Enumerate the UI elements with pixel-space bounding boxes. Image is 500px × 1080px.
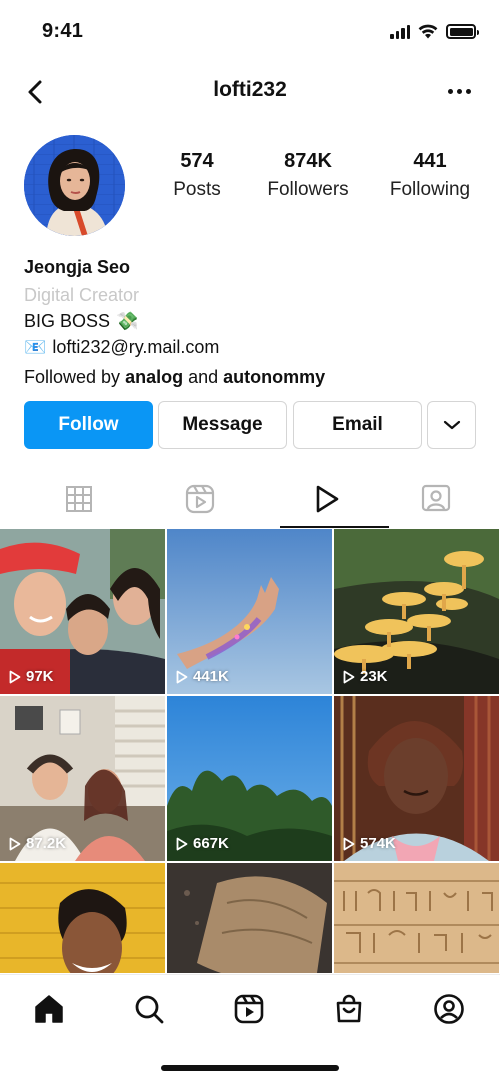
profile-name: Jeongja Seo bbox=[24, 257, 131, 277]
followed-user-2[interactable]: autonommy bbox=[223, 367, 325, 387]
bio-line: BIG BOSS 💸 bbox=[24, 310, 484, 332]
view-count-text: 23K bbox=[360, 668, 388, 685]
thumbnail-paper-bag bbox=[167, 863, 332, 973]
cellular-signal-icon bbox=[390, 24, 410, 39]
play-icon bbox=[9, 670, 21, 683]
shop-icon bbox=[336, 994, 362, 1023]
profile-actions: Follow Message Email bbox=[24, 401, 476, 449]
email-button[interactable]: Email bbox=[293, 401, 422, 449]
home-icon bbox=[35, 995, 63, 1023]
view-count-text: 441K bbox=[193, 668, 229, 685]
bio-email[interactable]: lofti232@ry.mail.com bbox=[52, 336, 219, 358]
stat-posts-value: 574 bbox=[180, 150, 214, 172]
reels-icon bbox=[185, 484, 214, 514]
email-emoji-icon: 📧 bbox=[24, 337, 47, 357]
followed-and: and bbox=[188, 367, 219, 387]
play-icon bbox=[343, 837, 355, 850]
reels-icon bbox=[234, 994, 264, 1024]
search-icon bbox=[135, 995, 164, 1024]
profile-header: lofti232 bbox=[0, 68, 500, 114]
followed-user-1[interactable]: analog bbox=[125, 367, 183, 387]
stat-posts[interactable]: 574 Posts bbox=[150, 150, 244, 201]
grid-item[interactable]: 87.2K bbox=[0, 696, 165, 861]
view-count-text: 574K bbox=[360, 835, 396, 852]
nav-shop[interactable] bbox=[329, 989, 369, 1029]
stat-following[interactable]: 441 Following bbox=[382, 150, 478, 201]
grid-item[interactable] bbox=[0, 863, 165, 973]
view-count: 441K bbox=[176, 668, 229, 685]
stat-followers[interactable]: 874K Followers bbox=[258, 150, 358, 201]
play-icon bbox=[343, 670, 355, 683]
avatar bbox=[24, 135, 125, 236]
play-icon bbox=[316, 485, 338, 513]
chevron-down-icon bbox=[443, 420, 460, 430]
followed-by: Followed by analog and autonommy bbox=[24, 366, 484, 388]
profile-stats: 574 Posts 874K Followers 441 Following bbox=[150, 150, 486, 210]
thumbnail-yellow-wall bbox=[0, 863, 165, 973]
nav-home[interactable] bbox=[29, 989, 69, 1029]
tab-videos[interactable] bbox=[264, 470, 389, 528]
bio-email-line: 📧 lofti232@ry.mail.com bbox=[24, 336, 484, 358]
suggested-dropdown-button[interactable] bbox=[427, 401, 476, 449]
profile-bio: Jeongja Seo Digital Creator BIG BOSS 💸 📧… bbox=[24, 256, 484, 388]
view-count: 97K bbox=[9, 668, 54, 685]
view-count: 87.2K bbox=[9, 835, 66, 852]
home-indicator bbox=[161, 1065, 339, 1071]
followed-prefix: Followed by bbox=[24, 367, 121, 387]
play-icon bbox=[9, 837, 21, 850]
thumbnail-hieroglyphs bbox=[334, 863, 499, 973]
profile-tabs bbox=[0, 470, 500, 530]
view-count: 23K bbox=[343, 668, 388, 685]
tagged-icon bbox=[421, 484, 450, 512]
tab-grid[interactable] bbox=[16, 470, 141, 528]
stat-followers-label: Followers bbox=[267, 179, 349, 200]
profile-icon bbox=[434, 994, 464, 1024]
video-grid: 97K 441K 23K 87.2K 667K 574K bbox=[0, 529, 500, 973]
status-time: 9:41 bbox=[42, 20, 84, 42]
page-title: lofti232 bbox=[213, 78, 287, 101]
view-count-text: 87.2K bbox=[26, 835, 67, 852]
stat-following-value: 441 bbox=[413, 150, 447, 172]
nav-search[interactable] bbox=[129, 989, 169, 1029]
grid-icon bbox=[65, 486, 92, 512]
tab-tagged[interactable] bbox=[373, 470, 498, 528]
grid-item[interactable] bbox=[334, 863, 499, 973]
nav-reels[interactable] bbox=[229, 989, 269, 1029]
wifi-icon bbox=[418, 24, 438, 39]
message-button[interactable]: Message bbox=[158, 401, 287, 449]
follow-button[interactable]: Follow bbox=[24, 401, 153, 449]
view-count-text: 97K bbox=[26, 668, 54, 685]
money-emoji-icon: 💸 bbox=[116, 311, 139, 331]
stat-posts-label: Posts bbox=[173, 179, 221, 200]
view-count: 667K bbox=[176, 835, 229, 852]
stat-followers-value: 874K bbox=[284, 150, 332, 172]
battery-icon bbox=[446, 24, 479, 39]
more-options-icon[interactable] bbox=[448, 82, 472, 100]
stat-following-label: Following bbox=[389, 179, 471, 200]
tab-reels[interactable] bbox=[137, 470, 262, 528]
grid-item[interactable]: 441K bbox=[167, 529, 332, 694]
bio-text: BIG BOSS bbox=[24, 311, 111, 331]
play-icon bbox=[176, 670, 188, 683]
grid-item[interactable] bbox=[167, 863, 332, 973]
profile-category: Digital Creator bbox=[24, 285, 140, 305]
grid-item[interactable]: 97K bbox=[0, 529, 165, 694]
grid-item[interactable]: 667K bbox=[167, 696, 332, 861]
status-bar: 9:41 bbox=[0, 0, 500, 62]
grid-item[interactable]: 23K bbox=[334, 529, 499, 694]
bottom-navigation bbox=[0, 974, 500, 1080]
grid-item[interactable]: 574K bbox=[334, 696, 499, 861]
view-count: 574K bbox=[343, 835, 396, 852]
play-icon bbox=[176, 837, 188, 850]
view-count-text: 667K bbox=[193, 835, 229, 852]
nav-profile[interactable] bbox=[429, 989, 469, 1029]
